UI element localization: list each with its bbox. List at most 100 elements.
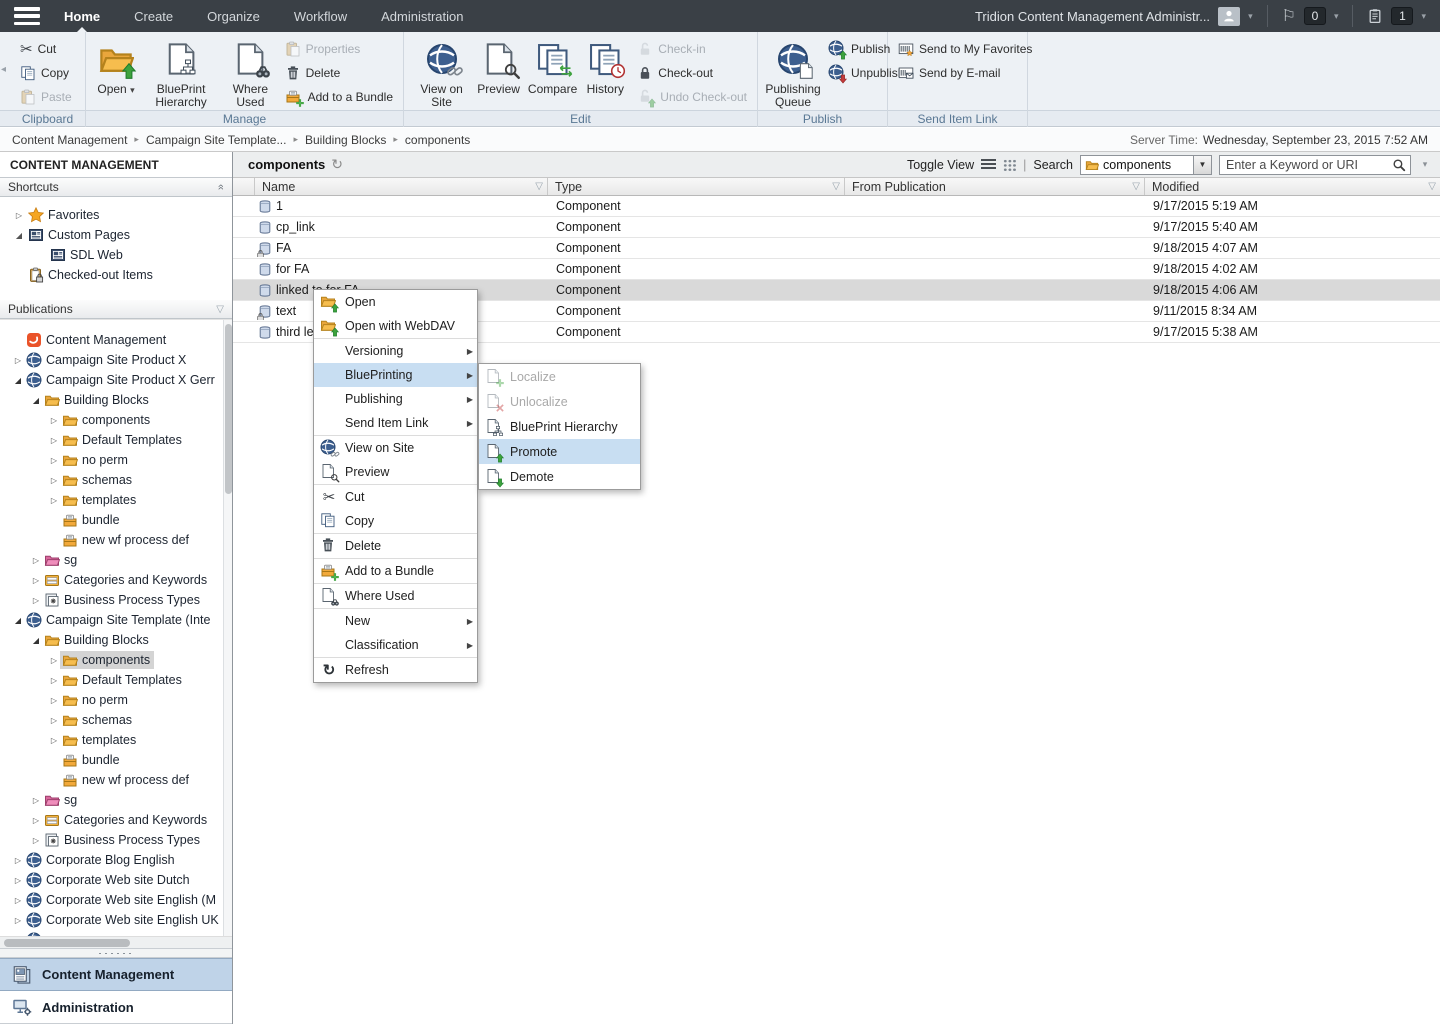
table-row[interactable]: for FA Component 9/18/2015 4:02 AM: [233, 259, 1440, 280]
menu-copy[interactable]: Copy: [314, 509, 477, 533]
blueprint-hierarchy-button[interactable]: BluePrint Hierarchy: [140, 36, 222, 111]
expander-icon[interactable]: ▷: [12, 916, 24, 925]
hamburger-menu-icon[interactable]: [14, 7, 40, 25]
copy-button[interactable]: Copy: [16, 62, 76, 84]
tree-item[interactable]: ▷Default Templates: [0, 430, 232, 450]
shortcut-sdl-web[interactable]: SDL Web: [0, 245, 232, 265]
menu-where-used[interactable]: Where Used: [314, 584, 477, 608]
paste-button[interactable]: Paste: [16, 86, 76, 108]
expander-icon[interactable]: ▷: [48, 676, 60, 685]
menu-preview[interactable]: Preview: [314, 460, 477, 484]
expander-icon[interactable]: ▷: [30, 556, 42, 565]
preview-button[interactable]: Preview: [473, 36, 524, 98]
header-modified[interactable]: Modified▽: [1145, 178, 1440, 195]
queue-caret-icon[interactable]: ▾: [1421, 11, 1426, 22]
tree-item[interactable]: ▷Business Process Types: [0, 590, 232, 610]
expander-icon[interactable]: ▷: [48, 456, 60, 465]
tree-item[interactable]: ▷no perm: [0, 450, 232, 470]
tree-item[interactable]: ▷Corporate Web site English UK: [0, 910, 232, 930]
sidebar-tab-content-management[interactable]: Content Management: [0, 958, 232, 991]
keyword-search-input[interactable]: [1226, 158, 1392, 172]
check-out-button[interactable]: Check-out: [633, 62, 751, 84]
submenu-demote[interactable]: Demote: [479, 464, 640, 489]
header-type[interactable]: Type▽: [548, 178, 845, 195]
tree-item[interactable]: bundle: [0, 510, 232, 530]
publications-header[interactable]: Publications ▽: [0, 300, 232, 319]
submenu-unlocalize[interactable]: Unlocalize: [479, 389, 640, 414]
publishing-queue-button[interactable]: Publishing Queue: [764, 36, 822, 111]
expander-icon[interactable]: ▷: [30, 836, 42, 845]
tree-item[interactable]: ▷schemas: [0, 470, 232, 490]
tree-item[interactable]: ◢Campaign Site Template (Inte: [0, 610, 232, 630]
breadcrumb-item[interactable]: Campaign Site Template...: [146, 133, 287, 147]
tree-item[interactable]: new wf process def: [0, 770, 232, 790]
header-from-publication[interactable]: From Publication▽: [845, 178, 1145, 195]
tree-item[interactable]: ▷Business Process Types: [0, 830, 232, 850]
tree-item[interactable]: ▷Default Templates: [0, 670, 232, 690]
filter-icon[interactable]: ▽: [1132, 181, 1140, 192]
tree-item[interactable]: ▷Corporate Blog English: [0, 850, 232, 870]
filter-icon[interactable]: ▽: [1428, 181, 1436, 192]
expander-icon[interactable]: ▷: [12, 856, 24, 865]
sidebar-tab-administration[interactable]: Administration: [0, 991, 232, 1024]
search-options-caret-icon[interactable]: ▾: [1418, 159, 1432, 170]
menu-workflow[interactable]: Workflow: [292, 1, 349, 32]
tree-item-selected[interactable]: ▷components: [0, 650, 232, 670]
search-scope-dropdown[interactable]: components ▼: [1080, 155, 1212, 175]
scope-dropdown-button[interactable]: ▼: [1193, 156, 1211, 174]
menu-view-on-site[interactable]: View on Site: [314, 436, 477, 460]
breadcrumb-item[interactable]: Content Management: [12, 133, 127, 147]
menu-open-with-webdav[interactable]: Open with WebDAV: [314, 314, 477, 338]
tree-item[interactable]: ▷components: [0, 410, 232, 430]
tree-item[interactable]: ▷Corporate Web site English (M: [0, 890, 232, 910]
table-row[interactable]: cp_link Component 9/17/2015 5:40 AM: [233, 217, 1440, 238]
menu-publishing[interactable]: Publishing▶: [314, 387, 477, 411]
tree-item[interactable]: ▷templates: [0, 730, 232, 750]
filter-icon[interactable]: ▽: [832, 181, 840, 192]
menu-create[interactable]: Create: [132, 1, 175, 32]
user-avatar[interactable]: [1218, 7, 1240, 26]
add-to-bundle-button[interactable]: Add to a Bundle: [281, 86, 397, 108]
notifications-flag-icon[interactable]: ⚐: [1282, 6, 1296, 26]
tree-item[interactable]: ◢Campaign Site Product X Gerr: [0, 370, 232, 390]
menu-versioning[interactable]: Versioning▶: [314, 339, 477, 363]
breadcrumb-item[interactable]: Building Blocks: [305, 133, 386, 147]
history-button[interactable]: History: [581, 36, 629, 98]
send-to-my-favorites-button[interactable]: Send to My Favorites: [894, 38, 1036, 60]
grid-view-icon[interactable]: [1003, 159, 1016, 171]
user-menu-caret-icon[interactable]: ▾: [1248, 11, 1253, 22]
menu-home[interactable]: Home: [62, 1, 102, 32]
breadcrumb-item[interactable]: components: [405, 133, 470, 147]
undo-check-out-button[interactable]: Undo Check-out: [633, 86, 751, 108]
menu-new[interactable]: New▶: [314, 609, 477, 633]
tree-item[interactable]: ▷Categories and Keywords: [0, 570, 232, 590]
expander-icon[interactable]: ▷: [48, 416, 60, 425]
tree-item[interactable]: new wf process def: [0, 530, 232, 550]
menu-add-to-a-bundle[interactable]: Add to a Bundle: [314, 559, 477, 583]
tree-item[interactable]: ▷Corporate Web site Dutch: [0, 870, 232, 890]
submenu-blueprint-hierarchy[interactable]: BluePrint Hierarchy: [479, 414, 640, 439]
tree-item[interactable]: ▷Categories and Keywords: [0, 810, 232, 830]
shortcut-custom-pages[interactable]: ◢ Custom Pages: [0, 225, 232, 245]
tree-horizontal-scrollbar[interactable]: [0, 936, 232, 948]
tree-item[interactable]: bundle: [0, 750, 232, 770]
table-row[interactable]: 1 Component 9/17/2015 5:19 AM: [233, 196, 1440, 217]
search-icon[interactable]: [1392, 158, 1406, 172]
shortcut-favorites[interactable]: ▷ Favorites: [0, 205, 232, 225]
menu-send-item-link[interactable]: Send Item Link▶: [314, 411, 477, 435]
filter-icon[interactable]: ▽: [535, 181, 543, 192]
send-by-email-button[interactable]: Send by E-mail: [894, 62, 1036, 84]
tree-item[interactable]: ▷sg: [0, 550, 232, 570]
menu-organize[interactable]: Organize: [205, 1, 262, 32]
refresh-icon[interactable]: ↻: [331, 156, 343, 173]
header-name[interactable]: Name▽: [255, 178, 548, 195]
expander-icon[interactable]: ◢: [12, 376, 24, 385]
tree-vertical-scrollbar[interactable]: [223, 320, 232, 936]
expander-icon[interactable]: ▷: [12, 876, 24, 885]
expander-icon[interactable]: ▷: [48, 736, 60, 745]
submenu-promote[interactable]: Promote: [479, 439, 640, 464]
tree-item[interactable]: ▷schemas: [0, 710, 232, 730]
open-button[interactable]: Open ▾: [92, 36, 140, 99]
menu-classification[interactable]: Classification▶: [314, 633, 477, 657]
expander-icon[interactable]: ◢: [14, 231, 24, 240]
